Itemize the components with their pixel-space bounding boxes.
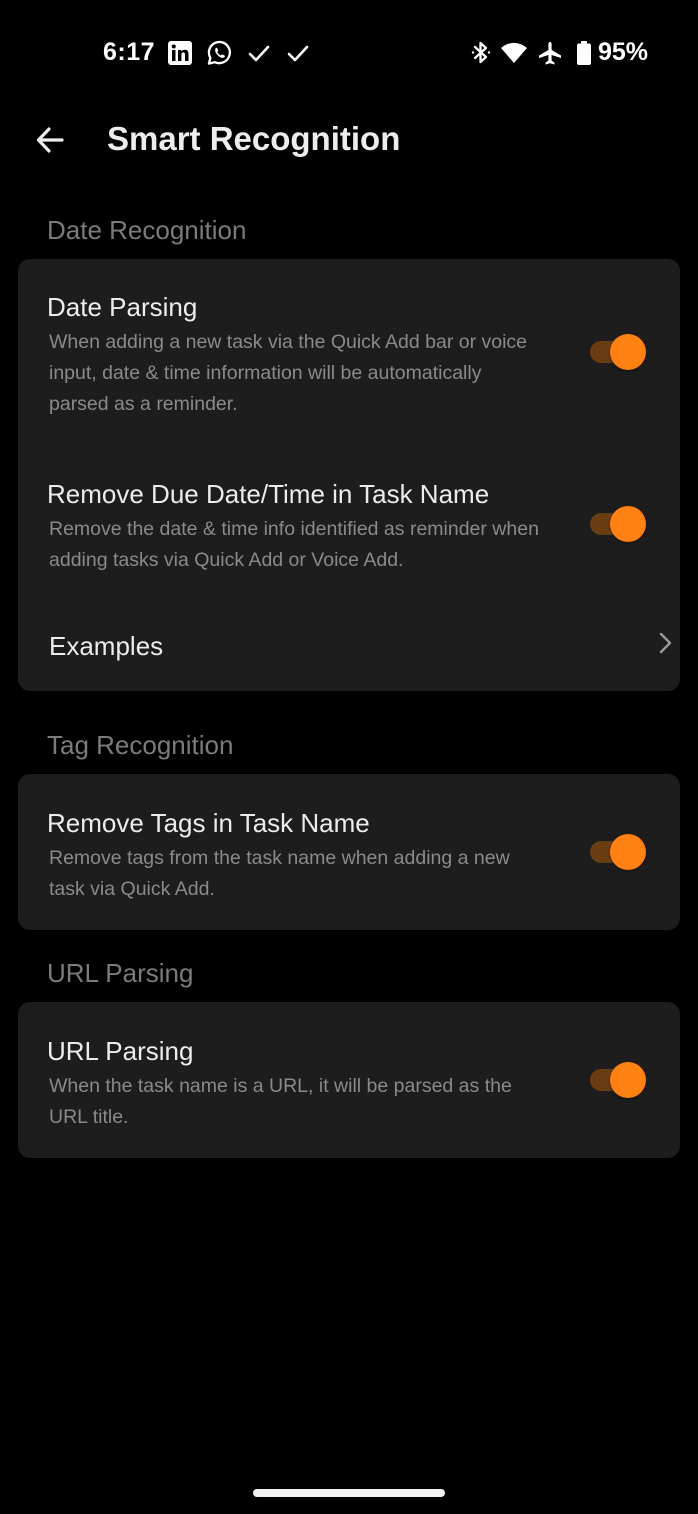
- setting-description: When the task name is a URL, it will be …: [49, 1075, 512, 1128]
- section-header-tag-recognition: Tag Recognition: [47, 730, 234, 760]
- status-time: 6:17: [103, 38, 156, 66]
- setting-description: Remove tags from the task name when addi…: [49, 847, 510, 900]
- page-title: Smart Recognition: [107, 120, 401, 157]
- setting-row-remove-due-date[interactable]: Remove Due Date/Time in Task Name Remove…: [18, 435, 680, 595]
- setting-description: Remove the date & time info identified a…: [49, 518, 539, 571]
- bluetooth-icon: [471, 41, 491, 64]
- examples-label: Examples: [49, 631, 164, 661]
- wifi-icon: [501, 42, 527, 63]
- setting-title: Remove Due Date/Time in Task Name: [47, 479, 490, 509]
- home-indicator[interactable]: [253, 1489, 445, 1497]
- url-parsing-toggle[interactable]: [588, 1060, 648, 1100]
- section-header-date-recognition: Date Recognition: [47, 215, 247, 245]
- date-parsing-toggle[interactable]: [588, 332, 648, 372]
- battery-icon: [577, 41, 591, 65]
- check-icon: [248, 45, 270, 62]
- app-bar: Smart Recognition: [0, 100, 698, 180]
- remove-tags-toggle[interactable]: [588, 832, 648, 872]
- arrow-left-icon: [36, 127, 64, 153]
- setting-title: Date Parsing: [47, 292, 198, 322]
- setting-row-url-parsing[interactable]: URL Parsing When the task name is a URL,…: [18, 1002, 680, 1158]
- battery-percent: 95%: [598, 38, 649, 66]
- linkedin-icon: [168, 41, 192, 65]
- airplane-icon: [539, 42, 561, 65]
- setting-row-date-parsing[interactable]: Date Parsing When adding a new task via …: [18, 259, 680, 435]
- back-button[interactable]: [26, 116, 74, 164]
- url-parsing-card: URL Parsing When the task name is a URL,…: [18, 1002, 680, 1158]
- chevron-right-icon: [659, 632, 672, 654]
- setting-title: Remove Tags in Task Name: [47, 808, 370, 838]
- check-icon: [287, 45, 309, 62]
- setting-description: When adding a new task via the Quick Add…: [49, 331, 528, 415]
- examples-row[interactable]: Examples: [18, 595, 680, 691]
- status-bar: 6:17 95%: [0, 0, 698, 100]
- whatsapp-icon: [207, 40, 232, 65]
- toggle-thumb: [610, 334, 646, 370]
- toggle-thumb: [610, 834, 646, 870]
- toggle-thumb: [610, 506, 646, 542]
- section-header-url-parsing: URL Parsing: [47, 958, 194, 988]
- toggle-thumb: [610, 1062, 646, 1098]
- remove-due-date-toggle[interactable]: [588, 504, 648, 544]
- setting-title: URL Parsing: [47, 1036, 194, 1066]
- tag-recognition-card: Remove Tags in Task Name Remove tags fro…: [18, 774, 680, 930]
- date-recognition-card: Date Parsing When adding a new task via …: [18, 259, 680, 691]
- setting-row-remove-tags[interactable]: Remove Tags in Task Name Remove tags fro…: [18, 774, 680, 930]
